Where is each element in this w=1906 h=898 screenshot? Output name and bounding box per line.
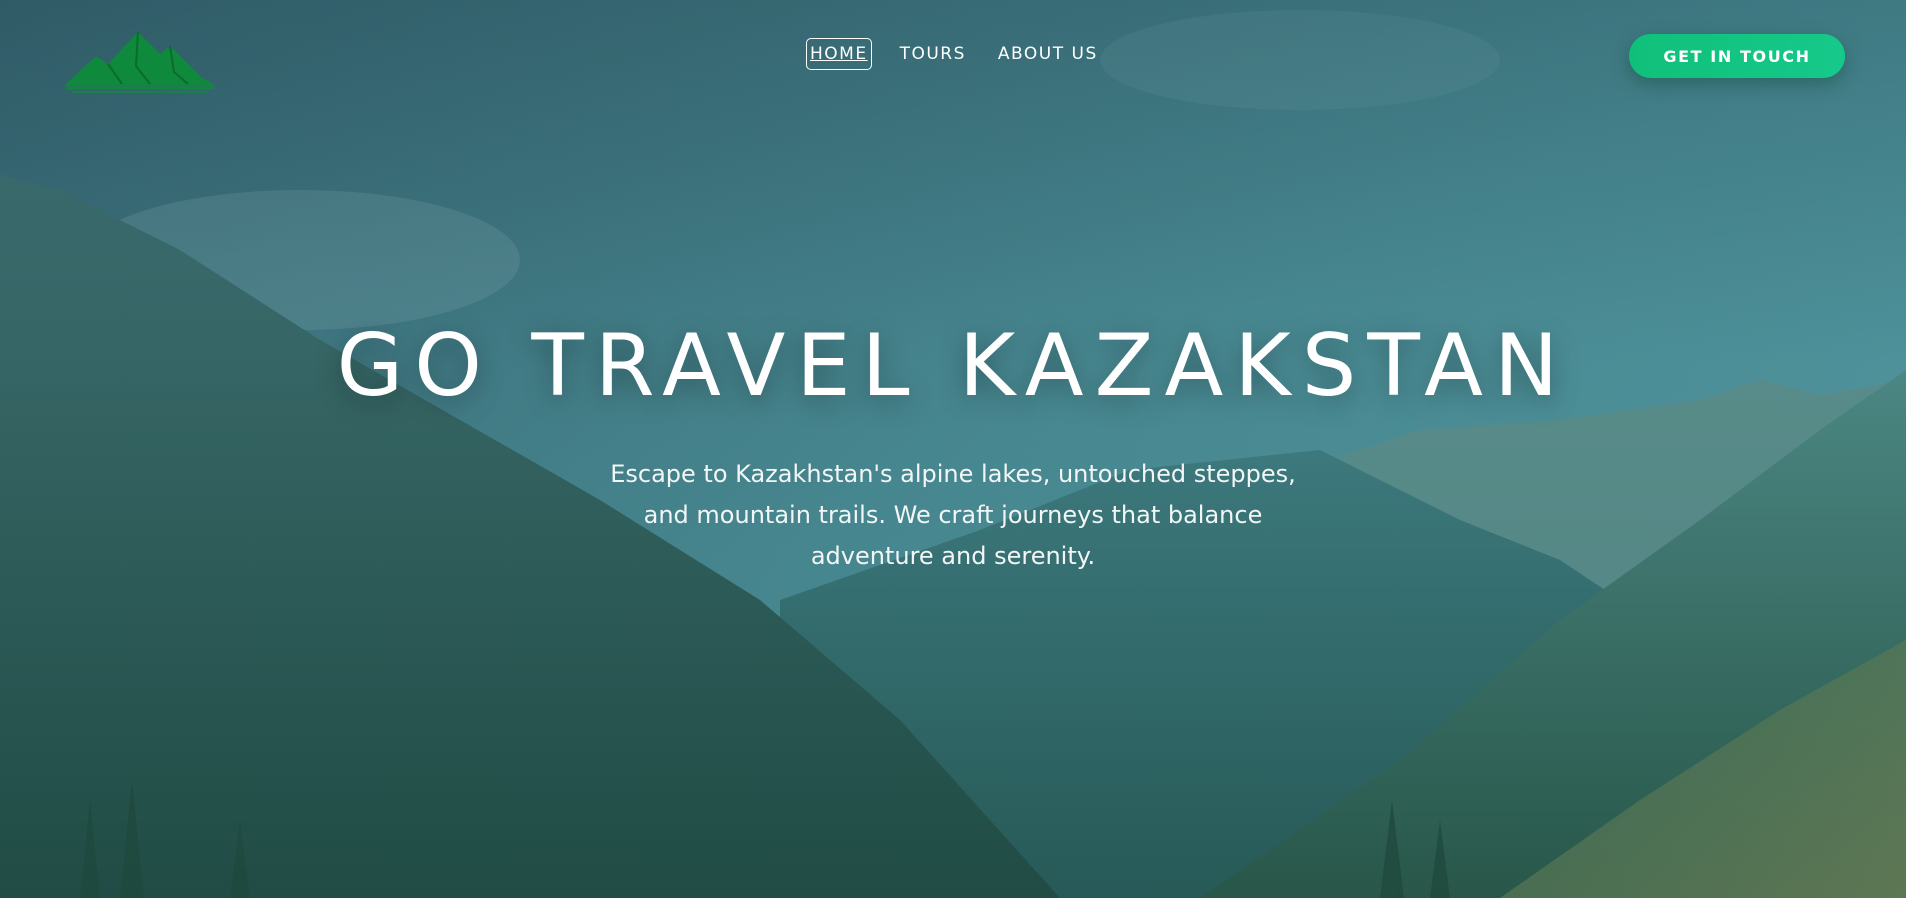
hero-section: HOME TOURS ABOUT US GET IN TOUCH GO TRAV… bbox=[0, 0, 1906, 898]
hero-subtitle: Escape to Kazakhstan's alpine lakes, unt… bbox=[610, 460, 1296, 570]
mountain-logo-icon[interactable] bbox=[62, 26, 218, 94]
background-overlay bbox=[0, 0, 1906, 898]
hero-title: GO TRAVEL KAZAKSTAN bbox=[336, 316, 1570, 416]
get-in-touch-button[interactable]: GET IN TOUCH bbox=[1629, 34, 1845, 78]
nav-link-about-us[interactable]: ABOUT US bbox=[996, 40, 1100, 68]
main-navigation: HOME TOURS ABOUT US bbox=[806, 38, 1100, 70]
nav-link-tours[interactable]: TOURS bbox=[898, 40, 968, 68]
nav-link-home[interactable]: HOME bbox=[806, 38, 872, 70]
